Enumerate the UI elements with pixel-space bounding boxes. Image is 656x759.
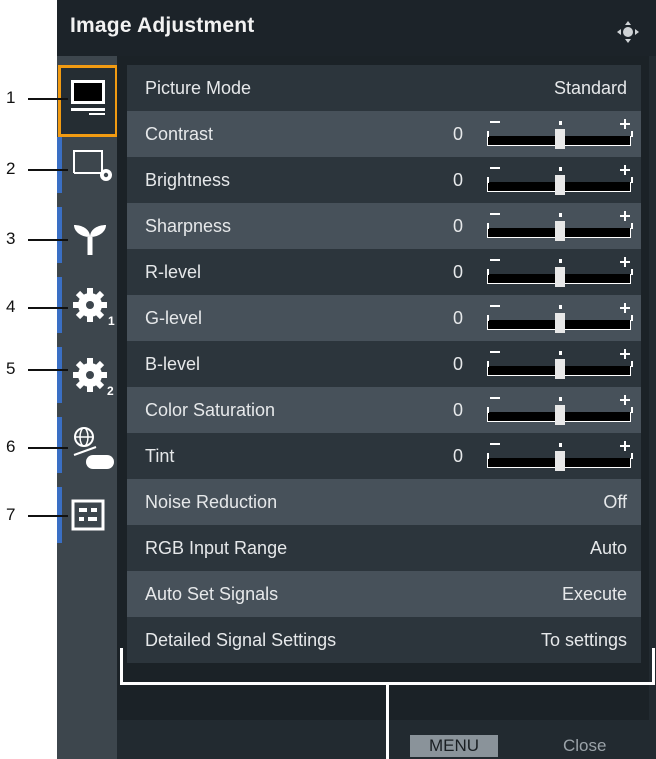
slider-thumb[interactable]	[555, 405, 565, 425]
row-label: R-level	[145, 262, 202, 282]
callout-6: 6	[0, 437, 70, 457]
row-brightness[interactable]: Brightness 0	[127, 157, 641, 203]
screen-gear-icon	[73, 150, 112, 181]
sprout-icon	[74, 225, 106, 255]
slider-thumb[interactable]	[555, 129, 565, 149]
callout-5: 5	[0, 359, 70, 379]
color-saturation-slider[interactable]	[487, 395, 633, 427]
row-number: 0	[453, 308, 464, 328]
row-g-level[interactable]: G-level 0	[127, 295, 641, 341]
row-label: Picture Mode	[145, 78, 252, 98]
bracket-stem	[386, 684, 389, 759]
gear-2-icon: 2	[73, 358, 114, 398]
bracket-left	[120, 648, 123, 684]
row-number: 0	[453, 262, 464, 282]
slider-thumb[interactable]	[555, 267, 565, 287]
brightness-slider[interactable]	[487, 165, 633, 197]
svg-text:2: 2	[107, 384, 114, 398]
sharpness-slider[interactable]	[487, 211, 633, 243]
bracket-right	[652, 648, 655, 684]
row-label: Auto Set Signals	[145, 584, 279, 604]
row-b-level[interactable]: B-level 0	[127, 341, 641, 387]
row-noise-reduction[interactable]: Noise Reduction Off	[127, 479, 641, 525]
row-number: 0	[453, 124, 464, 144]
callout-1: 1	[0, 88, 70, 108]
slider-thumb[interactable]	[555, 175, 565, 195]
row-label: Detailed Signal Settings	[145, 630, 337, 650]
row-sharpness[interactable]: Sharpness 0	[127, 203, 641, 249]
row-label: Brightness	[145, 170, 231, 190]
callout-4: 4	[0, 297, 70, 317]
tint-slider[interactable]	[487, 441, 633, 473]
svg-text:1: 1	[108, 314, 115, 328]
row-label: Color Saturation	[145, 400, 276, 420]
directional-pad-icon	[617, 21, 639, 43]
row-number: 0	[453, 354, 464, 374]
row-value: To settings	[540, 630, 627, 650]
row-value: Auto	[589, 538, 627, 558]
row-number: 0	[453, 400, 464, 420]
row-value: Off	[603, 492, 627, 512]
gear-1-icon: 1	[73, 288, 115, 328]
info-panel-icon	[71, 499, 105, 531]
row-contrast[interactable]: Contrast 0	[127, 111, 641, 157]
callout-2: 2	[0, 159, 70, 179]
row-r-level[interactable]: R-level 0	[127, 249, 641, 295]
row-label: RGB Input Range	[145, 538, 288, 558]
slider-thumb[interactable]	[555, 359, 565, 379]
callout-7: 7	[0, 505, 70, 525]
row-label: B-level	[145, 354, 201, 374]
close-label[interactable]: Close	[563, 735, 606, 757]
row-label: Noise Reduction	[145, 492, 278, 512]
row-color-saturation[interactable]: Color Saturation 0	[127, 387, 641, 433]
contrast-slider[interactable]	[487, 119, 633, 151]
row-detailed-signal-settings[interactable]: Detailed Signal Settings To settings	[127, 617, 641, 663]
b-level-slider[interactable]	[487, 349, 633, 381]
row-rgb-input-range[interactable]: RGB Input Range Auto	[127, 525, 641, 571]
page-title: Image Adjustment	[70, 14, 255, 37]
g-level-slider[interactable]	[487, 303, 633, 335]
row-label: Sharpness	[145, 216, 232, 236]
menu-button[interactable]: MENU	[410, 735, 498, 757]
row-label: Tint	[145, 446, 175, 466]
slider-thumb[interactable]	[555, 313, 565, 333]
row-number: 0	[453, 170, 464, 190]
row-value: Standard	[553, 78, 627, 98]
row-number: 0	[453, 216, 464, 236]
row-label: Contrast	[145, 124, 214, 144]
slider-thumb[interactable]	[555, 221, 565, 241]
row-number: 0	[453, 446, 464, 466]
monitor-icon	[71, 80, 105, 115]
slider-thumb[interactable]	[555, 451, 565, 471]
row-value: Execute	[561, 584, 627, 604]
globe-usb-icon	[73, 427, 114, 469]
row-tint[interactable]: Tint 0	[127, 433, 641, 479]
r-level-slider[interactable]	[487, 257, 633, 289]
row-picture-mode[interactable]: Picture Mode Standard	[127, 65, 641, 111]
callout-3: 3	[0, 229, 70, 249]
row-label: G-level	[145, 308, 203, 328]
row-auto-set-signals[interactable]: Auto Set Signals Execute	[127, 571, 641, 617]
